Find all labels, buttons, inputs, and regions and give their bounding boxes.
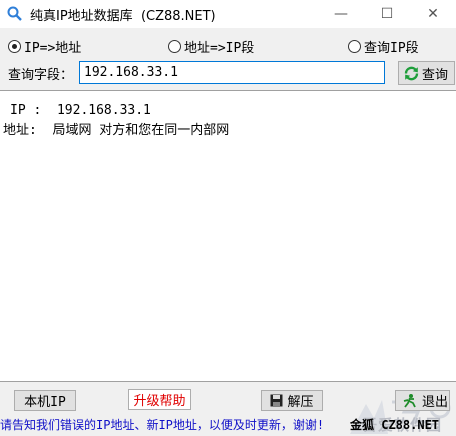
window-title: 纯真IP地址数据库 (CZ88.NET)	[30, 9, 216, 24]
close-button[interactable]: ✕	[410, 0, 456, 28]
maximize-button[interactable]: ☐	[364, 0, 410, 28]
radio-label: IP=>地址	[24, 40, 82, 56]
maximize-icon: ☐	[380, 6, 394, 22]
app-icon	[7, 6, 22, 21]
radio-address-to-ip-range[interactable]: 地址=>IP段	[168, 37, 255, 56]
exit-runner-icon	[403, 393, 416, 408]
query-button[interactable]: 查询	[398, 61, 455, 85]
minimize-button[interactable]: —	[318, 0, 364, 28]
result-ip-line: IP : 192.168.33.1	[10, 103, 151, 118]
unzip-label: 解压	[287, 395, 314, 410]
upgrade-help-label: 升级帮助	[133, 394, 186, 409]
radio-checked-icon	[8, 39, 21, 53]
status-owner: 金狐 CZ88.NET	[350, 418, 440, 432]
exit-label: 退出	[422, 395, 449, 410]
minimize-icon: —	[334, 6, 348, 22]
radio-ip-to-address[interactable]: IP=>地址	[8, 37, 82, 56]
status-message: 请告知我们错误的IP地址、新IP地址，以便及时更新，谢谢!	[0, 418, 325, 432]
query-label: 查询字段：	[8, 68, 74, 83]
status-bar: 请告知我们错误的IP地址、新IP地址，以便及时更新，谢谢! 金狐 CZ88.NE…	[0, 414, 456, 434]
radio-label: 地址=>IP段	[184, 40, 255, 56]
floppy-disk-icon	[270, 394, 283, 407]
local-ip-label: 本机IP	[24, 395, 66, 410]
main-panel: IP=>地址 地址=>IP段 查询IP段 查询字段： 查询 IP : 192.1…	[0, 28, 456, 436]
unzip-button[interactable]: 解压	[261, 390, 323, 411]
upgrade-help-button[interactable]: 升级帮助	[128, 389, 191, 410]
result-address-line: 地址: 局域网 对方和您在同一内部网	[3, 123, 230, 138]
close-icon: ✕	[427, 6, 439, 22]
radio-query-ip-range[interactable]: 查询IP段	[348, 37, 419, 56]
bottom-bar: 本机IP 升级帮助 解压 退出 吾爱软件园 请告知我们错误的IP地址、新IP地址…	[0, 384, 456, 436]
radio-label: 查询IP段	[364, 40, 419, 56]
local-ip-button[interactable]: 本机IP	[14, 390, 76, 411]
radio-unchecked-icon	[168, 39, 181, 53]
query-button-label: 查询	[422, 67, 449, 83]
title-bar: 纯真IP地址数据库 (CZ88.NET) — ☐ ✕	[0, 0, 456, 28]
radio-unchecked-icon	[348, 39, 361, 53]
exit-button[interactable]: 退出	[395, 390, 450, 411]
refresh-icon	[404, 66, 419, 80]
result-area[interactable]: IP : 192.168.33.1 地址: 局域网 对方和您在同一内部网	[0, 90, 456, 382]
query-input[interactable]	[79, 61, 385, 84]
